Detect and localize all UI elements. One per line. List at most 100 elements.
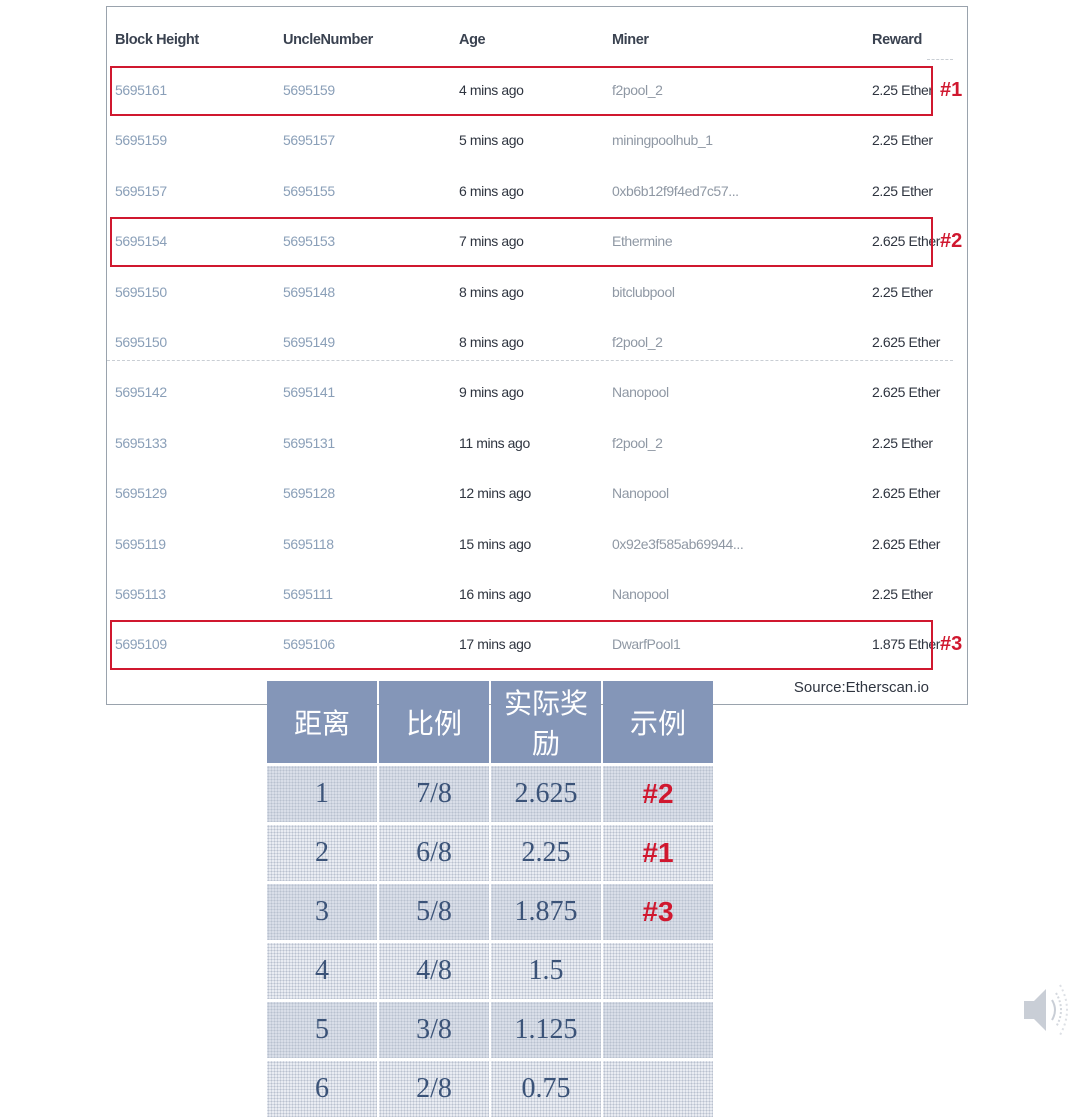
reward-cell: 2.25 Ether xyxy=(872,283,933,300)
actual-reward-cell: 1.875 xyxy=(491,884,601,940)
header-reward: Reward xyxy=(872,32,922,48)
table-row: 5695150 5695148 8 mins ago bitclubpool 2.25 … xyxy=(107,267,969,317)
miner-link[interactable]: bitclubpool xyxy=(612,267,675,317)
actual-reward-cell: 0.75 xyxy=(491,1061,601,1117)
table-row: 5695133 5695131 11 mins ago f2pool_2 2.25 Et… xyxy=(107,418,969,468)
actual-reward-cell: 2.625 xyxy=(491,766,601,822)
uncle-blocks-table: Block Height UncleNumber Age Miner Rewar… xyxy=(106,6,968,705)
highlight-tag: #2 xyxy=(940,230,963,253)
distance-cell: 5 xyxy=(267,1002,377,1058)
table-row: 5695113 5695111 16 mins ago Nanopool 2.25 Et… xyxy=(107,569,969,619)
highlight-box xyxy=(110,620,933,671)
example-cell xyxy=(603,943,713,999)
miner-link[interactable]: 0x92e3f585ab69944... xyxy=(612,519,744,569)
ratio-cell: 6/8 xyxy=(379,825,489,881)
block-height-link[interactable]: 5695133 xyxy=(115,418,167,468)
uncle-number-link[interactable]: 5695111 xyxy=(283,569,333,619)
ratio-cell: 4/8 xyxy=(379,943,489,999)
header-miner: Miner xyxy=(612,32,649,48)
header-ratio: 比例 xyxy=(379,681,489,763)
header-uncle-number: UncleNumber xyxy=(283,32,373,48)
miner-link[interactable]: f2pool_2 xyxy=(612,418,663,468)
reward-cell: 2.25 Ether xyxy=(872,586,933,602)
distance-cell: 3 xyxy=(267,884,377,940)
actual-reward-cell: 1.5 xyxy=(491,943,601,999)
actual-reward-cell: 1.125 xyxy=(491,1002,601,1058)
block-height-link[interactable]: 5695113 xyxy=(115,569,166,619)
uncle-number-link[interactable]: 5695155 xyxy=(283,166,335,216)
table-row: 5695150 5695149 8 mins ago f2pool_2 2.625 Et… xyxy=(107,317,969,367)
ratio-row: 5 3/8 1.125 xyxy=(267,1002,713,1058)
table-row: 5695159 5695157 5 mins ago miningpoolhub_1 2… xyxy=(107,115,969,165)
ratio-cell: 2/8 xyxy=(379,1061,489,1117)
age-cell: 9 mins ago xyxy=(459,384,524,401)
header-example: 示例 xyxy=(603,681,713,763)
header-age: Age xyxy=(459,32,486,48)
ratio-row: 6 2/8 0.75 xyxy=(267,1061,713,1117)
uncle-number-link[interactable]: 5695149 xyxy=(283,317,335,367)
miner-link[interactable]: Nanopool xyxy=(612,367,669,417)
table-row: 5695119 5695118 15 mins ago 0x92e3f585ab699… xyxy=(107,519,969,569)
example-cell xyxy=(603,1002,713,1058)
uncle-number-link[interactable]: 5695128 xyxy=(283,468,335,518)
reward-cell: 2.625 Ether xyxy=(872,535,940,552)
block-height-link[interactable]: 5695119 xyxy=(115,519,166,569)
ratio-cell: 5/8 xyxy=(379,884,489,940)
uncle-number-link[interactable]: 5695141 xyxy=(283,367,335,417)
table-row: 5695129 5695128 12 mins ago Nanopool 2.625 E… xyxy=(107,468,969,518)
block-height-link[interactable]: 5695157 xyxy=(115,166,167,216)
reward-cell: 2.625 Ether xyxy=(872,334,940,350)
divider xyxy=(927,59,953,60)
table-header: Block Height UncleNumber Age Miner Rewar… xyxy=(107,15,969,65)
distance-cell: 6 xyxy=(267,1061,377,1117)
age-cell: 16 mins ago xyxy=(459,586,531,602)
ratio-cell: 3/8 xyxy=(379,1002,489,1058)
miner-link[interactable]: miningpoolhub_1 xyxy=(612,115,713,165)
reward-cell: 2.25 Ether xyxy=(872,434,933,451)
miner-link[interactable]: Nanopool xyxy=(612,569,669,619)
uncle-number-link[interactable]: 5695157 xyxy=(283,115,335,165)
reward-cell: 2.25 Ether xyxy=(872,132,933,149)
highlight-box xyxy=(110,66,933,116)
age-cell: 15 mins ago xyxy=(459,535,531,552)
age-cell: 12 mins ago xyxy=(459,485,531,502)
uncle-number-link[interactable]: 5695118 xyxy=(283,519,334,569)
example-cell: #3 xyxy=(603,884,713,940)
reward-cell: 2.25 Ether xyxy=(872,182,933,199)
block-height-link[interactable]: 5695142 xyxy=(115,367,167,417)
ratio-header-row: 距离 比例 实际奖励 示例 xyxy=(267,681,713,763)
block-height-link[interactable]: 5695129 xyxy=(115,468,167,518)
miner-link[interactable]: Nanopool xyxy=(612,468,669,518)
block-height-link[interactable]: 5695159 xyxy=(115,115,167,165)
block-height-link[interactable]: 5695150 xyxy=(115,267,167,317)
age-cell: 6 mins ago xyxy=(459,182,524,199)
table-row: 5695157 5695155 6 mins ago 0xb6b12f9f4ed7c5… xyxy=(107,166,969,216)
age-cell: 11 mins ago xyxy=(459,434,530,451)
table-row: 5695142 5695141 9 mins ago Nanopool 2.625 Et… xyxy=(107,367,969,417)
miner-link[interactable]: f2pool_2 xyxy=(612,317,663,367)
distance-cell: 1 xyxy=(267,766,377,822)
uncle-number-link[interactable]: 5695131 xyxy=(283,418,335,468)
highlight-box xyxy=(110,217,933,268)
example-cell: #2 xyxy=(603,766,713,822)
header-block-height: Block Height xyxy=(115,32,199,48)
reward-cell: 2.625 Ether xyxy=(872,384,940,401)
ratio-cell: 7/8 xyxy=(379,766,489,822)
age-cell: 5 mins ago xyxy=(459,132,524,149)
uncle-number-link[interactable]: 5695148 xyxy=(283,267,335,317)
example-cell xyxy=(603,1061,713,1117)
actual-reward-cell: 2.25 xyxy=(491,825,601,881)
miner-link[interactable]: 0xb6b12f9f4ed7c57... xyxy=(612,166,739,216)
ratio-row: 4 4/8 1.5 xyxy=(267,943,713,999)
block-height-link[interactable]: 5695150 xyxy=(115,317,167,367)
ratio-row: 3 5/8 1.875 #3 xyxy=(267,884,713,940)
reward-ratio-table: 距离 比例 实际奖励 示例 1 7/8 2.625 #2 2 6/8 2.25 #1 3 5/8 1… xyxy=(265,678,715,1120)
age-cell: 8 mins ago xyxy=(459,283,524,300)
header-actual-reward: 实际奖励 xyxy=(491,681,601,763)
header-distance: 距离 xyxy=(267,681,377,763)
source-note: Source:Etherscan.io xyxy=(793,679,929,696)
example-cell: #1 xyxy=(603,825,713,881)
distance-cell: 4 xyxy=(267,943,377,999)
speaker-icon[interactable] xyxy=(1020,975,1070,1045)
age-cell: 8 mins ago xyxy=(459,334,524,350)
